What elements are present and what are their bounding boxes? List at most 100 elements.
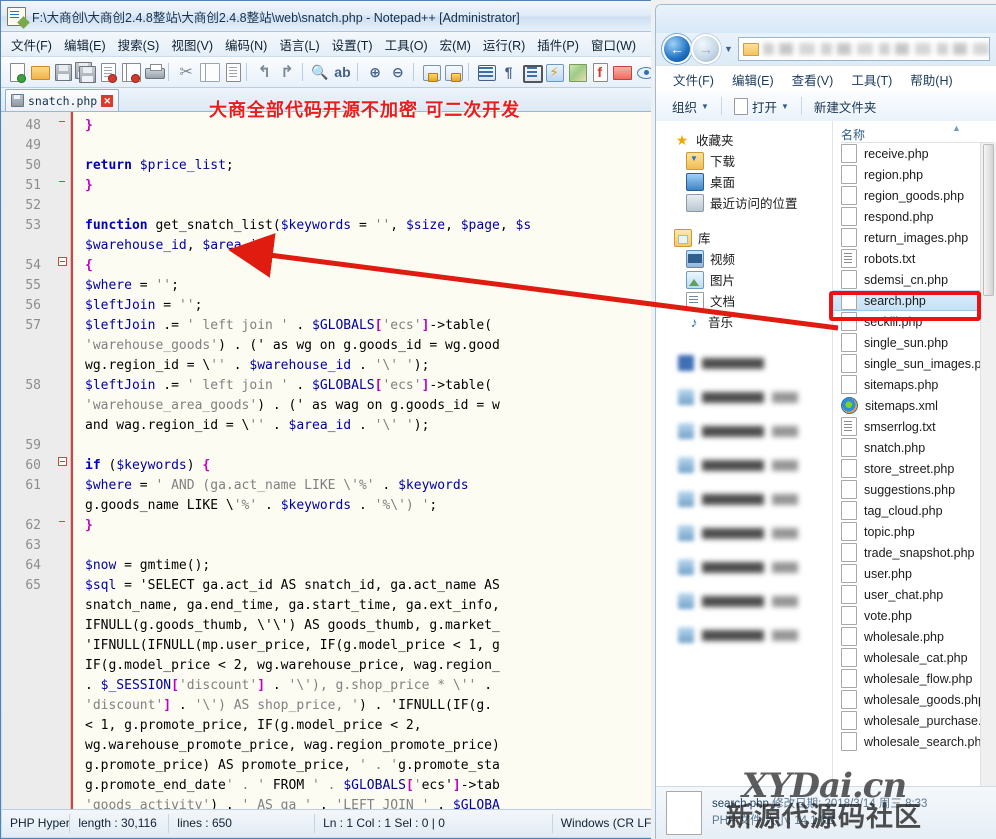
close-file-icon[interactable] (96, 60, 118, 84)
nav-tree-item-blurred[interactable] (656, 482, 832, 516)
npp-menu-4[interactable]: 视图(V) (165, 32, 219, 57)
fold-marker[interactable] (48, 632, 70, 652)
find-icon[interactable]: 🔍 (308, 60, 330, 84)
scrollbar-thumb[interactable] (983, 144, 994, 296)
file-list-scrollbar[interactable] (980, 143, 996, 839)
code-line[interactable]: $leftJoin .= ' left join ' . $GLOBALS['e… (85, 316, 654, 336)
fold-marker[interactable] (48, 332, 70, 352)
sync-vertical-scroll-icon[interactable] (419, 60, 441, 84)
fold-marker[interactable] (48, 592, 70, 612)
code-line[interactable]: $now = gmtime(); (85, 556, 654, 576)
npp-menu-11[interactable]: 插件(P) (531, 32, 585, 57)
explorer-menu-1[interactable]: 文件(F) (664, 67, 723, 92)
code-line[interactable]: g.promote_end_date' . ' FROM ' . $GLOBAL… (85, 776, 654, 796)
fold-marker[interactable] (48, 672, 70, 692)
explorer-command-1[interactable]: 组织 ▼ (664, 93, 717, 120)
fold-marker[interactable] (48, 292, 70, 312)
file-list-item[interactable]: snatch.php (833, 437, 996, 458)
code-line[interactable]: IFNULL(g.goods_thumb, \'\') AS goods_thu… (85, 616, 654, 636)
npp-menu-6[interactable]: 语言(L) (273, 32, 325, 57)
code-line[interactable] (85, 536, 654, 556)
file-list-item[interactable]: wholesale.php (833, 626, 996, 647)
editor-tab-snatch-php[interactable]: snatch.php ✕ (5, 89, 120, 111)
npp-menu-10[interactable]: 运行(R) (477, 32, 531, 57)
file-list-item[interactable]: wholesale_goods.php (833, 689, 996, 710)
npp-menu-5[interactable]: 编码(N) (219, 32, 273, 57)
nav-tree-item-4[interactable]: 最近访问的位置 (656, 192, 832, 213)
file-list-item[interactable]: respond.php (833, 206, 996, 227)
nav-tree-item-2[interactable]: 下载 (656, 150, 832, 171)
cut-icon[interactable]: ✂ (174, 60, 196, 84)
file-list-item[interactable]: sitemaps.xml (833, 395, 996, 416)
code-line[interactable] (85, 196, 654, 216)
file-list-item[interactable]: region.php (833, 164, 996, 185)
code-line[interactable] (85, 136, 654, 156)
explorer-navigation-pane[interactable]: ★ 收藏夹下载桌面最近访问的位置库视频图片文档 ♪ 音乐 (656, 121, 833, 839)
chevron-down-icon[interactable]: ▼ (701, 102, 709, 111)
back-arrow-icon[interactable]: ← (664, 36, 690, 62)
code-line[interactable]: $sql = 'SELECT ga.act_id AS snatch_id, g… (85, 576, 654, 596)
file-list-item[interactable]: sdemsi_cn.php (833, 269, 996, 290)
nav-tree-item-1[interactable]: ★ 收藏夹 (656, 129, 832, 150)
nav-tree-item-5[interactable]: 库 (656, 227, 832, 248)
explorer-menu-5[interactable]: 帮助(H) (901, 67, 961, 92)
nav-tree-item-blurred[interactable] (656, 516, 832, 550)
code-text-area[interactable]: } return $price_list;} function get_snat… (71, 112, 654, 809)
column-header-name[interactable]: 名称 ▲ (833, 121, 996, 143)
file-list-item[interactable]: user_chat.php (833, 584, 996, 605)
fold-marker[interactable] (48, 652, 70, 672)
file-list-item[interactable]: sitemaps.php (833, 374, 996, 395)
code-line[interactable]: { (85, 256, 654, 276)
code-line[interactable]: } (85, 176, 654, 196)
fold-marker[interactable] (48, 172, 70, 192)
file-list-item[interactable]: region_goods.php (833, 185, 996, 206)
file-list-item[interactable]: single_sun.php (833, 332, 996, 353)
nav-tree-item-blurred[interactable] (656, 584, 832, 618)
indent-guide-icon[interactable] (519, 60, 544, 84)
code-line[interactable]: IF(g.model_price < 2, wg.warehouse_price… (85, 656, 654, 676)
chevron-down-icon[interactable]: ▼ (781, 102, 789, 111)
zoom-in-icon[interactable]: ⊕ (363, 60, 385, 84)
file-list-item[interactable]: return_images.php (833, 227, 996, 248)
nav-tree-item-blurred[interactable] (656, 380, 832, 414)
user-defined-language-icon[interactable]: ⚡ (542, 60, 565, 84)
fold-marker[interactable] (48, 492, 70, 512)
code-line[interactable]: wg.region_id = \'' . $warehouse_id . '\'… (85, 356, 654, 376)
fold-marker[interactable] (48, 212, 70, 232)
function-list-icon[interactable]: f (588, 60, 610, 84)
save-all-icon[interactable] (73, 60, 97, 84)
code-line[interactable]: if ($keywords) { (85, 456, 654, 476)
file-list-item[interactable]: smserrlog.txt (833, 416, 996, 437)
sync-horizontal-scroll-icon[interactable] (441, 60, 464, 84)
file-list-item[interactable]: topic.php (833, 521, 996, 542)
npp-menu-1[interactable]: 文件(F) (5, 32, 58, 57)
nav-tree-item-6[interactable]: 视频 (656, 248, 832, 269)
undo-icon[interactable]: ↰ (252, 60, 274, 84)
fold-marker[interactable] (48, 512, 70, 532)
code-line[interactable]: . $_SESSION['discount'] . '\'), g.shop_p… (85, 676, 654, 696)
document-map-icon[interactable] (565, 60, 587, 84)
print-icon[interactable] (142, 60, 165, 84)
code-line[interactable]: < 1, g.promote_price, IF(g.model_price <… (85, 716, 654, 736)
fold-marker[interactable] (48, 272, 70, 292)
code-line[interactable]: return $price_list; (85, 156, 654, 176)
nav-tree-item-blurred[interactable] (656, 550, 832, 584)
code-line[interactable]: function get_snatch_list($keywords = '',… (85, 216, 654, 236)
file-list-item[interactable]: user.php (833, 563, 996, 584)
fold-collapse-icon[interactable] (58, 257, 67, 266)
code-line[interactable]: 'warehouse_area_goods') . (' as wag on g… (85, 396, 654, 416)
file-list-item[interactable]: robots.txt (833, 248, 996, 269)
replace-icon[interactable]: ab (330, 60, 352, 84)
file-list-item[interactable]: wholesale_search.php (833, 731, 996, 752)
nav-tree-item-8[interactable]: 文档 (656, 290, 832, 311)
fold-marker[interactable] (48, 472, 70, 492)
fold-marker[interactable] (48, 192, 70, 212)
file-list-item[interactable]: single_sun_images.php (833, 353, 996, 374)
npp-menu-8[interactable]: 工具(O) (379, 32, 434, 57)
address-bar[interactable] (737, 37, 990, 61)
explorer-menu-2[interactable]: 编辑(E) (723, 67, 783, 92)
fold-marker[interactable] (48, 712, 70, 732)
code-line[interactable]: $where = ''; (85, 276, 654, 296)
close-icon[interactable]: ✕ (101, 94, 114, 107)
code-line[interactable]: 'IFNULL(IFNULL(mp.user_price, IF(g.model… (85, 636, 654, 656)
